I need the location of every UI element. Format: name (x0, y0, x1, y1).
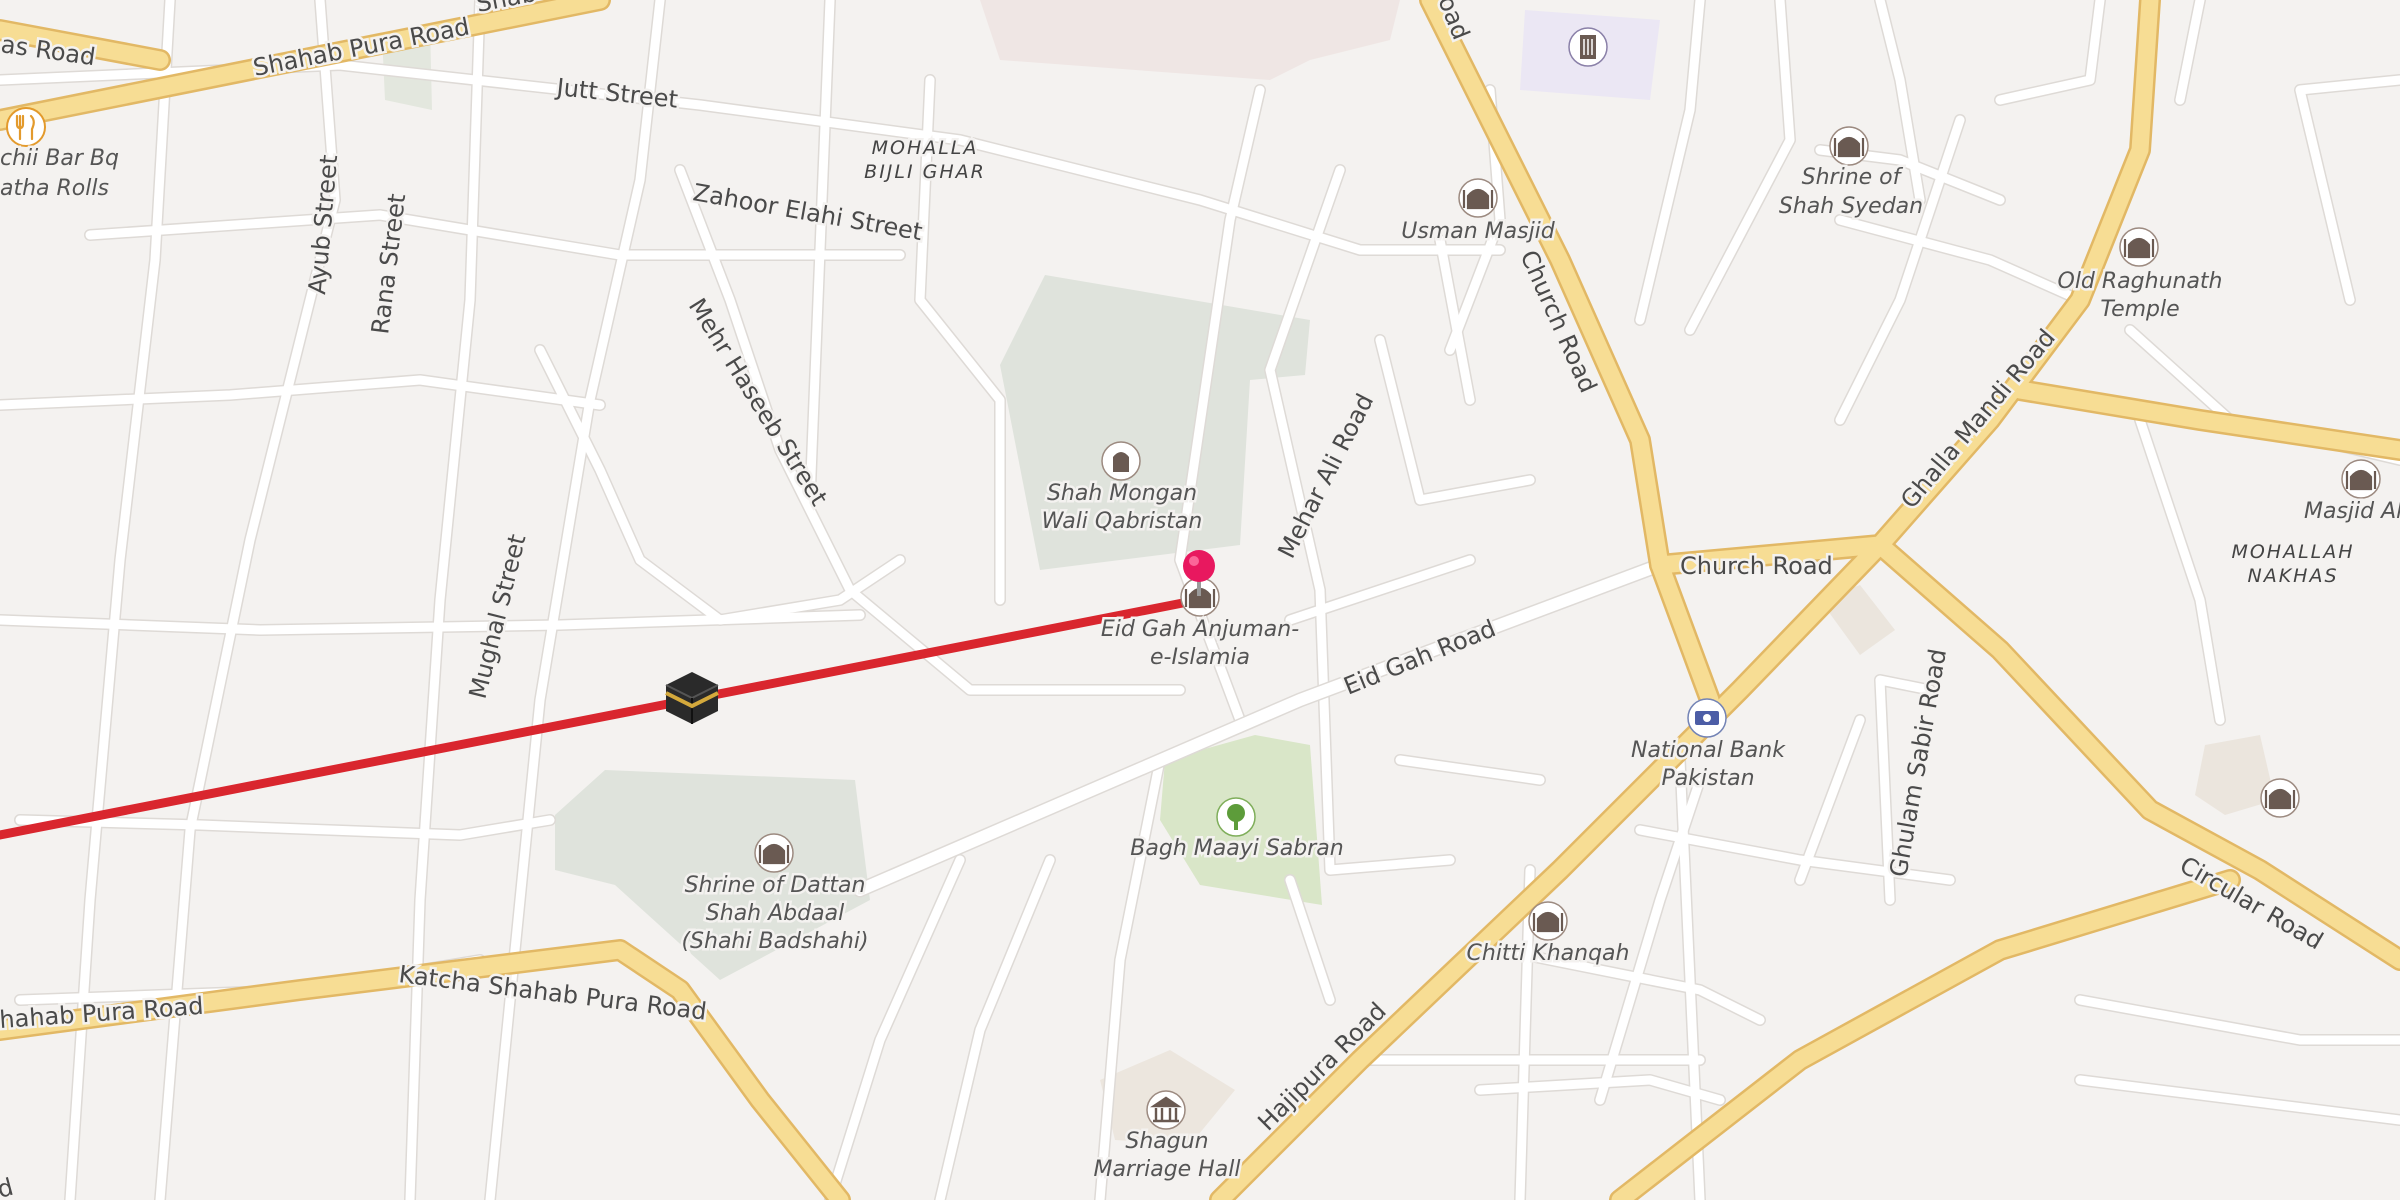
poi-label-bbq-2: atha Rolls (0, 176, 109, 201)
road-label-ayub-street: Ayub Street (303, 154, 343, 296)
mosque-icon-east[interactable] (2260, 778, 2300, 818)
kaaba-icon[interactable] (665, 672, 719, 724)
poi-label-eid-gah-2: e-Islamia (1150, 645, 1250, 670)
area-label-mohalla-bijli-ghar-2: BIJLI GHAR (864, 161, 986, 183)
area-label-mohallah-nakhas-2: NAKHAS (2247, 565, 2338, 587)
road-label-eid-gah-road: Eid Gah Road (1340, 614, 1500, 700)
poi-label-bbq-1: chii Bar Bq (0, 146, 119, 171)
mosque-icon[interactable] (1458, 178, 1498, 218)
hospital-area (980, 0, 1400, 80)
road-label-bottom-left: d (0, 1173, 16, 1200)
poi-label-dattan-shah-1: Shrine of Dattan (685, 873, 866, 898)
tree-icon[interactable] (1216, 797, 1256, 837)
shrine-icon-chitti[interactable] (1528, 901, 1568, 941)
poi-label-usman-masjid: Usman Masjid (1401, 219, 1556, 244)
road-label-mughal-street: Mughal Street (464, 531, 532, 701)
poi-label-chitti-khanqah: Chitti Khanqah (1467, 941, 1630, 966)
road-label-zahoor-elahi-street: Zahoor Elahi Street (691, 178, 925, 246)
poi-label-shrine-syedan-2: Shah Syedan (1779, 194, 1923, 219)
poi-label-shagun-1: Shagun (1125, 1129, 1208, 1154)
poi-label-masjid-ahle: Masjid AhleH (2304, 499, 2400, 524)
map-canvas[interactable]: as Road Shahab Pura Road Shab Jutt Stree… (0, 0, 2400, 1200)
poi-label-shah-mongan-2: Wali Qabristan (1042, 509, 1203, 534)
road-label-hajipura-road: Hajipura Road (1252, 997, 1391, 1136)
hall-icon[interactable] (1146, 1090, 1186, 1130)
road-label-ghalla-mandi-road: Ghalla Mandi Road (1895, 324, 2061, 514)
building-icon[interactable] (1568, 27, 1608, 67)
poi-label-bagh-maayi-sabran: Bagh Maayi Sabran (1130, 836, 1343, 861)
poi-label-national-bank-1: National Bank (1631, 738, 1786, 763)
poi-label-national-bank-2: Pakistan (1661, 766, 1754, 791)
area-label-mohalla-bijli-ghar: MOHALLA (872, 137, 979, 159)
area-label-mohallah-nakhas: MOHALLAH (2231, 541, 2354, 563)
mosque-icon-ahle[interactable] (2341, 459, 2381, 499)
poi-label-eid-gah-1: Eid Gah Anjuman- (1101, 617, 1299, 642)
poi-label-shrine-syedan-1: Shrine of (1802, 165, 1904, 190)
shrine-icon-dattan[interactable] (754, 833, 794, 873)
poi-label-dattan-shah-3: (Shahi Badshahi) (681, 929, 868, 954)
shrine-icon[interactable] (1829, 126, 1869, 166)
poi-label-old-raghunath-2: Temple (2100, 297, 2179, 322)
poi-label-dattan-shah-2: Shah Abdaal (706, 901, 844, 926)
fork-knife-icon[interactable] (6, 107, 46, 147)
poi-label-old-raghunath-1: Old Raghunath (2058, 269, 2223, 294)
poi-label-shah-mongan-1: Shah Mongan (1047, 481, 1197, 506)
road-labels: as Road Shahab Pura Road Shab Jutt Stree… (0, 0, 2330, 1200)
road-label-church-road-horizontal: Church Road (1680, 552, 1833, 580)
tombstone-icon[interactable] (1101, 441, 1141, 481)
temple-icon[interactable] (2119, 227, 2159, 267)
poi-label-shagun-2: Marriage Hall (1094, 1157, 1241, 1182)
banknote-icon[interactable] (1687, 698, 1727, 738)
road-label-jutt-street: Jutt Street (553, 73, 679, 114)
